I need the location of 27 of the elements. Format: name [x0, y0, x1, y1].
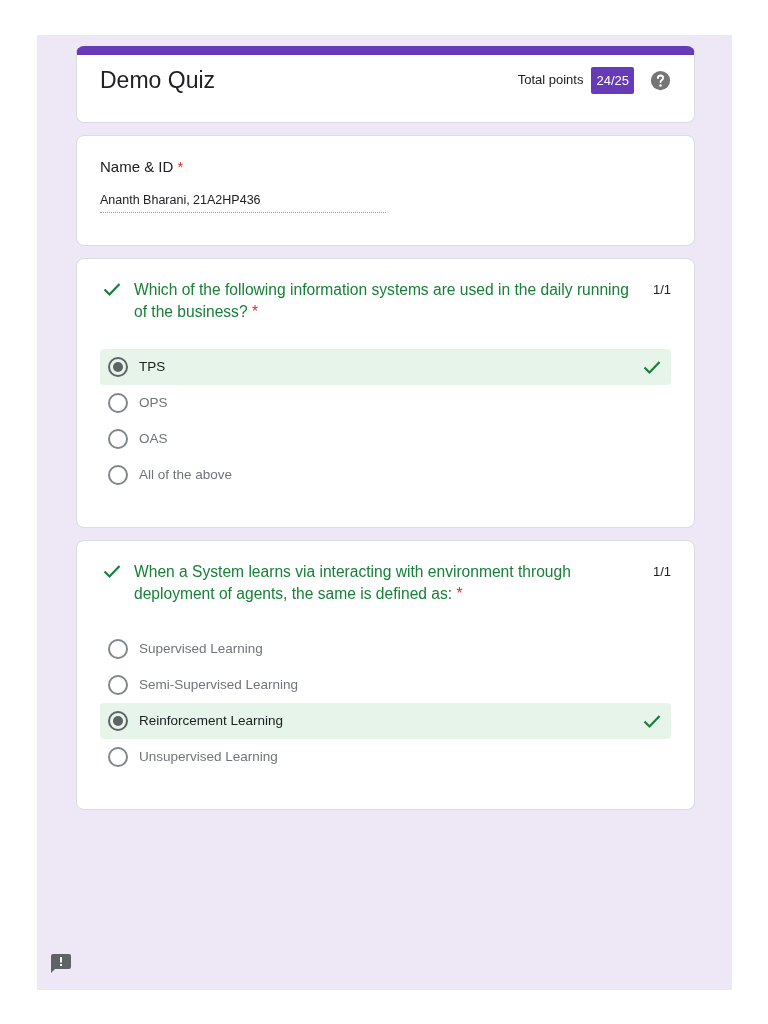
question-text: When a System learns via interacting with environment through deployment of agents, the same is defined as: *	[134, 562, 572, 604]
score-badge: 24/25	[591, 66, 634, 94]
question-points: 1/1	[652, 563, 671, 581]
option-label: OPS	[139, 393, 169, 412]
quiz-title: Demo Quiz	[100, 66, 217, 95]
help-icon[interactable]	[650, 69, 671, 91]
radio-button[interactable]	[108, 429, 128, 449]
option-label: All of the above	[139, 465, 234, 484]
question-text: Which of the following information systems are used in the daily running of the business? *	[134, 280, 630, 322]
radio-button[interactable]	[108, 747, 128, 767]
radio-button[interactable]	[108, 357, 128, 377]
option-label: Supervised Learning	[139, 639, 264, 658]
option-label: Unsupervised Learning	[139, 747, 279, 766]
radio-button[interactable]	[108, 465, 128, 485]
radio-button[interactable]	[108, 675, 128, 695]
total-points-label: Total points	[517, 71, 584, 90]
option-label: OAS	[139, 429, 169, 448]
answer-field[interactable]: Ananth Bharani, 21A2HP436	[100, 191, 386, 213]
radio-button[interactable]	[108, 393, 128, 413]
radio-button[interactable]	[108, 639, 128, 659]
option-label: Semi-Supervised Learning	[139, 675, 300, 694]
question-points: 1/1	[652, 281, 671, 299]
option-label: TPS	[139, 357, 167, 376]
field-label: Name & ID *	[100, 157, 185, 177]
radio-button[interactable]	[108, 711, 128, 731]
option-label: Reinforcement Learning	[139, 711, 285, 730]
feedback-icon[interactable]	[50, 953, 72, 974]
